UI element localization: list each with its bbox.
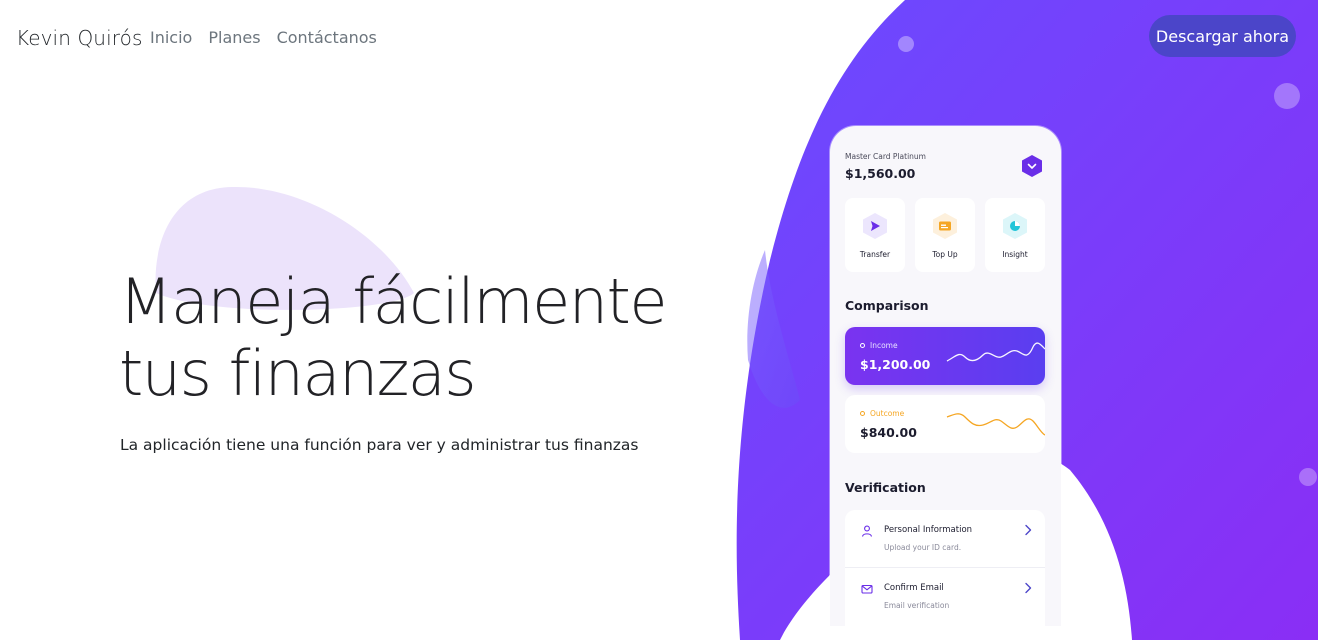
comparison-title: Comparison (845, 298, 929, 313)
outcome-dot (860, 411, 865, 416)
outcome-value: $840.00 (860, 425, 917, 440)
outcome-card[interactable]: Outcome $840.00 (845, 395, 1045, 453)
nav-links: Inicio Planes Contáctanos (150, 28, 377, 47)
chevron-right-icon (1025, 524, 1032, 536)
download-now-button[interactable]: Descargar ahora (1149, 15, 1296, 57)
hero-subtitle: La aplicación tiene una función para ver… (120, 436, 639, 454)
verification-list: Personal Information Upload your ID card… (845, 510, 1045, 626)
chevron-down-icon[interactable] (1020, 154, 1044, 178)
action-top-up-label: Top Up (932, 250, 958, 259)
outcome-wave-graph (946, 413, 1045, 436)
verification-title: Verification (845, 480, 926, 495)
verification-item-title: Confirm Email (884, 583, 944, 593)
income-wave-graph (946, 342, 1045, 362)
card-balance: $1,560.00 (845, 166, 916, 181)
card-icon (933, 213, 957, 239)
nav-link-planes[interactable]: Planes (208, 28, 260, 47)
verification-item-title: Personal Information (884, 525, 973, 535)
mail-icon (861, 584, 873, 594)
hero-title-line-1: Maneja fácilmente (119, 265, 668, 338)
action-transfer[interactable]: Transfer (845, 198, 905, 272)
nav-link-inicio[interactable]: Inicio (150, 28, 192, 47)
hero-title-line-2: tus finanzas (119, 337, 477, 410)
outcome-label: Outcome (860, 409, 904, 418)
action-top-up[interactable]: Top Up (915, 198, 975, 272)
top-navbar: Kevin Quirós Inicio Planes Contáctanos D… (0, 0, 1318, 74)
transfer-icon (863, 213, 887, 239)
chevron-right-icon (1025, 582, 1032, 594)
income-value: $1,200.00 (860, 357, 931, 372)
phone-mockup: Master Card Platinum $1,560.00 Transfer … (830, 126, 1061, 626)
outcome-label-text: Outcome (870, 409, 905, 418)
user-icon (861, 525, 873, 537)
pie-chart-icon (1003, 213, 1027, 239)
brand-logo-text[interactable]: Kevin Quirós (16, 26, 142, 50)
quick-actions: Transfer Top Up Insight (845, 198, 1045, 272)
card-header: Master Card Platinum $1,560.00 (845, 152, 926, 181)
action-insight[interactable]: Insight (985, 198, 1045, 272)
income-card[interactable]: Income $1,200.00 (845, 327, 1045, 385)
verification-item-personal-info[interactable]: Personal Information Upload your ID card… (845, 510, 1045, 566)
income-label: Income (860, 341, 898, 350)
income-label-text: Income (870, 341, 898, 350)
hero-title: Maneja fácilmente tus finanzas (119, 266, 679, 410)
verification-item-subtitle: Email verification (884, 601, 950, 610)
income-dot (860, 343, 865, 348)
action-insight-label: Insight (1002, 250, 1028, 259)
verification-item-confirm-email[interactable]: Confirm Email Email verification (845, 568, 1045, 624)
nav-link-contactanos[interactable]: Contáctanos (277, 28, 377, 47)
action-transfer-label: Transfer (859, 250, 891, 259)
card-name: Master Card Platinum (845, 152, 926, 161)
verification-item-subtitle: Upload your ID card. (884, 543, 962, 552)
